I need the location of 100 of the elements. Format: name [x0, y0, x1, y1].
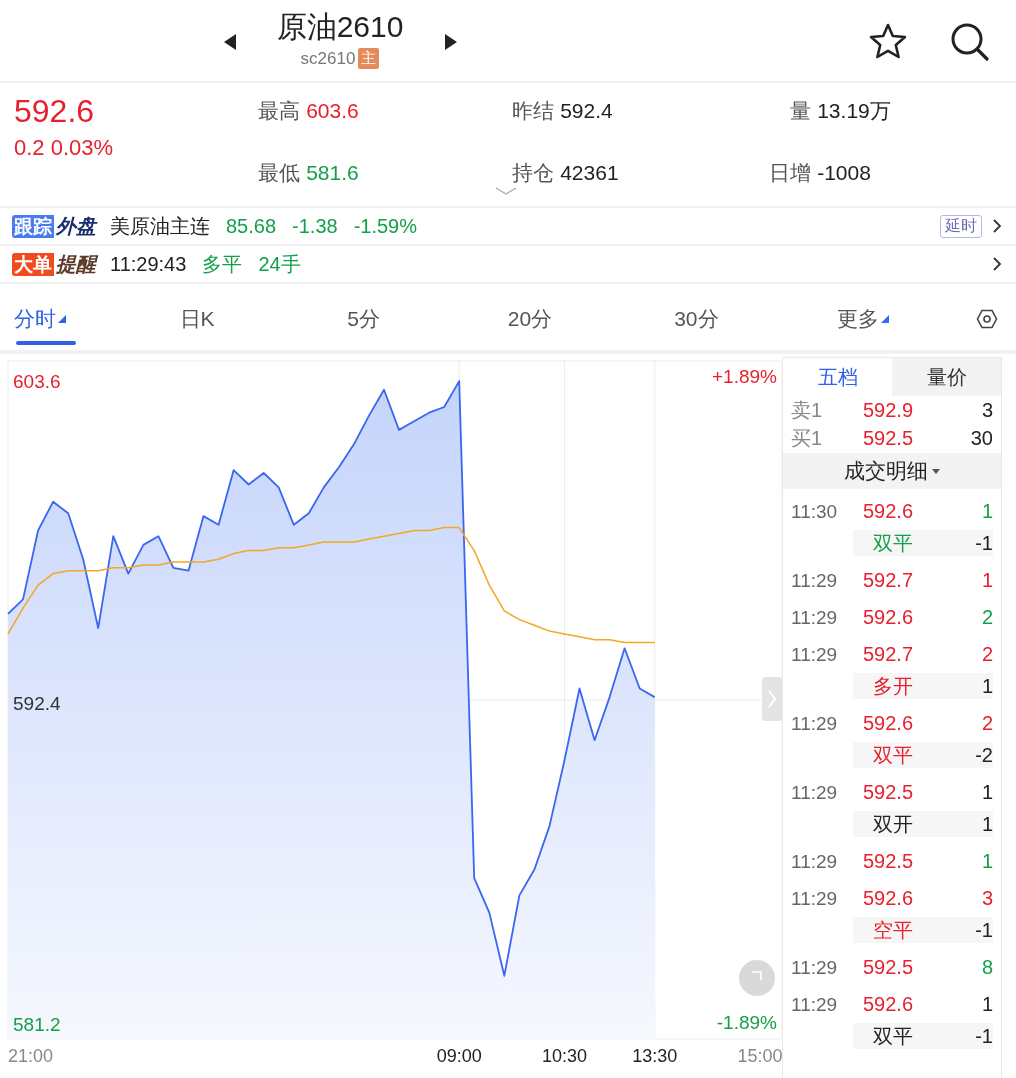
axis-label: -1.89%: [716, 1012, 777, 1033]
contract-title: 原油2610: [276, 9, 404, 45]
period-tab[interactable]: 更多: [779, 297, 946, 341]
trade-volume: 1: [981, 850, 993, 873]
position-change: -1: [975, 531, 993, 555]
instrument-value: -1.38: [292, 214, 338, 238]
stat-label: 最低: [257, 159, 301, 186]
stat-value: 13.19万: [817, 98, 891, 124]
stat-label: 昨结: [511, 98, 555, 124]
stat-value: -1008: [817, 159, 871, 186]
axis-label: 592.4: [13, 692, 61, 714]
trade-time: 11:30: [791, 500, 839, 523]
delay-badge: 延时: [940, 214, 982, 238]
star-icon[interactable]: [869, 23, 907, 59]
position-change: -1: [975, 1024, 993, 1048]
position-change: 1: [981, 674, 993, 698]
trade-price: 592.5: [863, 850, 915, 873]
trade-price: 592.6: [863, 887, 915, 910]
axis-label: 581.2: [13, 1014, 61, 1036]
alert-action: 多平: [202, 251, 243, 277]
book-price: 592.5: [863, 426, 915, 450]
book-price: 592.9: [863, 398, 915, 422]
trade-price: 592.6: [863, 993, 915, 1016]
trade-price: 592.6: [863, 712, 915, 735]
axis-label: 09:00: [436, 1046, 482, 1066]
book-level: 买1: [791, 425, 824, 451]
settings-icon[interactable]: [975, 309, 998, 329]
book-volume: 30: [970, 426, 993, 450]
search-icon[interactable]: [950, 22, 990, 62]
axis-label: 603.6: [13, 370, 61, 392]
trade-time: 11:29: [791, 606, 839, 629]
trade-type: 双平: [873, 1023, 914, 1049]
position-change: 1: [981, 812, 993, 836]
period-tab[interactable]: 分时: [14, 297, 114, 341]
alert-time: 11:29:43: [110, 252, 187, 276]
next-icon[interactable]: [443, 32, 459, 52]
alert-tag: 大单: [12, 252, 54, 276]
stat-value: 581.6: [306, 159, 359, 186]
stat-label: 持仓: [511, 159, 555, 186]
trade-time: 11:29: [791, 712, 839, 735]
trade-volume: 2: [981, 712, 993, 735]
trades-header[interactable]: 成交明细: [783, 453, 1001, 489]
panel-tab[interactable]: 量价: [892, 358, 1001, 396]
trade-price: 592.6: [863, 500, 915, 523]
position-change: -2: [975, 743, 993, 767]
trade-time: 11:29: [791, 569, 839, 592]
trade-type: 双平: [873, 742, 914, 768]
axis-label: 10:30: [541, 1046, 587, 1066]
collapse-handle[interactable]: [762, 677, 782, 721]
instrument-value: -1.59%: [353, 214, 418, 238]
trade-volume: 1: [981, 500, 993, 523]
trade-volume: 1: [981, 993, 993, 1016]
stat-label: 最高: [257, 98, 301, 124]
book-level: 卖1: [791, 397, 824, 423]
main-badge: 主: [358, 48, 380, 69]
trade-volume: 1: [981, 781, 993, 804]
stat-value: 42361: [560, 159, 619, 186]
trade-time: 11:29: [791, 850, 839, 873]
stat-value: 592.4: [560, 98, 613, 124]
trade-price: 592.7: [863, 643, 915, 666]
trade-time: 11:29: [791, 643, 839, 666]
stat-label: 日增: [768, 159, 812, 186]
instrument-value: 85.68: [226, 214, 277, 238]
chevron-right-icon[interactable]: [992, 256, 1002, 272]
trade-type: 双平: [873, 530, 914, 556]
trade-price: 592.7: [863, 569, 915, 592]
dropdown-icon: [932, 468, 940, 474]
previous-icon[interactable]: [222, 32, 238, 52]
price-change: 0.2 0.03%: [14, 135, 115, 161]
trade-time: 11:29: [791, 887, 839, 910]
stat-value: 603.6: [306, 98, 359, 124]
position-change: -1: [975, 918, 993, 942]
alert-volume: 24手: [258, 251, 301, 277]
trade-volume: 3: [981, 887, 993, 910]
trade-type: 多开: [873, 673, 914, 699]
period-tab[interactable]: 20分: [446, 297, 614, 341]
trade-time: 11:29: [791, 993, 839, 1016]
period-tab[interactable]: 日K: [113, 297, 281, 341]
contract-code: sc2610: [300, 48, 356, 69]
trade-type: 双开: [873, 811, 914, 837]
trade-volume: 1: [981, 569, 993, 592]
period-tab[interactable]: 5分: [280, 297, 447, 341]
book-volume: 3: [981, 398, 993, 422]
trade-volume: 2: [981, 643, 993, 666]
axis-label: 15:00: [737, 1046, 782, 1066]
instrument-name: 美原油主连: [110, 213, 210, 239]
trade-volume: 8: [981, 956, 993, 979]
tracking-tag: 跟踪: [12, 214, 54, 238]
axis-label: 21:00: [8, 1046, 54, 1066]
trade-price: 592.5: [863, 781, 915, 804]
axis-label: +1.89%: [712, 366, 777, 387]
axis-label: 13:30: [632, 1046, 678, 1066]
trade-volume: 2: [981, 606, 993, 629]
trade-price: 592.6: [863, 606, 915, 629]
trades-title: 成交明细: [844, 458, 928, 484]
trade-time: 11:29: [791, 956, 839, 979]
chevron-right-icon[interactable]: [992, 218, 1002, 234]
tracking-logo-text: 外盘: [55, 213, 96, 239]
stat-label: 量: [789, 98, 812, 124]
period-tab[interactable]: 30分: [613, 297, 780, 341]
